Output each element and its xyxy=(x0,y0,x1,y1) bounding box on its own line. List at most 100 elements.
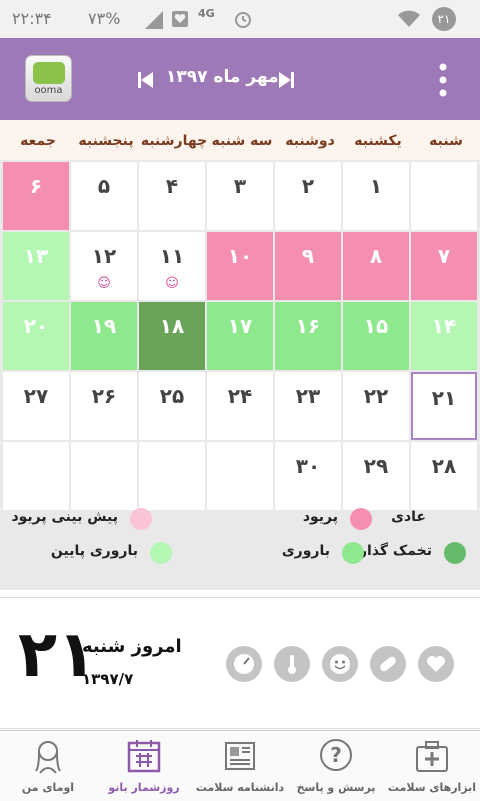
day-cell[interactable]: ۱ xyxy=(343,162,409,230)
skip-previous-icon[interactable] xyxy=(138,72,154,88)
day-number: ۳ xyxy=(233,174,247,198)
day-number: ۵ xyxy=(97,174,111,198)
nav-item-newspaper[interactable]: دانشنامه سلامت xyxy=(192,731,288,801)
day-cell[interactable]: ۱۳ xyxy=(3,232,69,300)
legend-swatch xyxy=(130,508,152,530)
legend-swatch xyxy=(342,542,364,564)
day-cell[interactable]: ۲۰ xyxy=(3,302,69,370)
day-cell[interactable]: ۵ xyxy=(71,162,137,230)
legend-label: باروری پایین xyxy=(50,543,138,559)
medical-kit-icon xyxy=(414,737,450,775)
legend-item: پریود xyxy=(242,505,372,533)
day-number: ۱۳ xyxy=(23,244,49,268)
day-number: ۱۹ xyxy=(91,314,117,338)
legend: عادی پریود پیش بینی پریود تخمک گذاری باروری ب… xyxy=(0,497,480,585)
day-number: ۷ xyxy=(437,244,451,268)
day-cell[interactable]: ۷ xyxy=(411,232,477,300)
day-cell[interactable]: ۲۷ xyxy=(3,372,69,440)
day-number: ۲۶ xyxy=(91,384,117,408)
day-cell[interactable]: ۸ xyxy=(343,232,409,300)
day-cell[interactable]: ۱۵ xyxy=(343,302,409,370)
nav-label: اومای من xyxy=(21,781,75,794)
weekday-header-row: شنبه یکشنبه دوشنبه سه شنبه چهارشنبه پنجشنبه جم… xyxy=(0,120,480,160)
pill-icon[interactable] xyxy=(370,646,406,682)
newspaper-icon xyxy=(222,737,258,775)
overflow-menu-icon[interactable] xyxy=(439,62,447,98)
day-cell[interactable]: ۱۷ xyxy=(207,302,273,370)
pill-icon-glyph xyxy=(380,656,396,672)
day-cell[interactable]: ۲۲ xyxy=(343,372,409,440)
app-bar: ooma مهر ماه ۱۳۹۷ xyxy=(0,38,480,120)
legend-swatch xyxy=(444,542,466,564)
nav-label: روزشمار بانو xyxy=(108,781,180,794)
day-number: ۲ xyxy=(301,174,315,198)
day-cell[interactable]: ۱۲ ☺ xyxy=(71,232,137,300)
weekday-header: جمعه xyxy=(20,133,56,149)
day-number: ۳۰ xyxy=(295,454,321,478)
weekday-header: شنبه xyxy=(429,133,463,149)
mood-smile-icon: ☺ xyxy=(165,276,179,291)
signal-icon xyxy=(145,11,163,29)
weekday-header: یکشنبه xyxy=(354,133,402,149)
day-number: ۲۷ xyxy=(23,384,49,408)
day-cell[interactable]: ۲۳ xyxy=(275,372,341,440)
day-cell[interactable]: ۲ xyxy=(275,162,341,230)
day-cell[interactable]: ۱۹ xyxy=(71,302,137,370)
day-cell[interactable]: ۱۱ ☺ xyxy=(139,232,205,300)
day-cell[interactable]: ۲۵ xyxy=(139,372,205,440)
heart-icon[interactable] xyxy=(418,646,454,682)
day-number: ۲۱ xyxy=(431,386,457,410)
legend-label: باروری xyxy=(281,543,330,559)
status-bar: ۲۲:۳۴ ۷۳% 4G ۲۱ xyxy=(0,0,480,38)
thermometer-icon-glyph xyxy=(288,655,296,674)
day-cell-empty xyxy=(411,162,477,230)
day-cell[interactable]: ۲۱ xyxy=(411,372,477,440)
day-number: ۱۸ xyxy=(159,314,185,338)
day-number: ۲۰ xyxy=(23,314,49,338)
weekday-header: چهارشنبه xyxy=(140,133,208,149)
nav-label: پرسش و پاسخ xyxy=(296,781,376,794)
question-icon: ? xyxy=(318,737,354,775)
day-number: ۱۷ xyxy=(227,314,253,338)
scale-icon[interactable] xyxy=(226,646,262,682)
day-number: ۱۰ xyxy=(227,244,253,268)
day-number: ۲۸ xyxy=(431,454,457,478)
mood-face-icon[interactable] xyxy=(322,646,358,682)
today-date: ۱۳۹۷/۷ xyxy=(82,670,134,688)
calendar-icon xyxy=(126,737,162,775)
day-cell[interactable]: ۶ xyxy=(3,162,69,230)
day-number: ۲۳ xyxy=(295,384,321,408)
nav-item-medical-kit[interactable]: ابزارهای سلامت xyxy=(384,731,480,801)
day-number: ۲۲ xyxy=(363,384,389,408)
thermometer-icon[interactable] xyxy=(274,646,310,682)
battery-level: ۷۳% xyxy=(88,9,121,28)
leaf-logo-icon xyxy=(33,62,65,84)
day-cell[interactable]: ۲۴ xyxy=(207,372,273,440)
day-number: ۴ xyxy=(165,174,179,198)
day-cell[interactable]: ۱۴ xyxy=(411,302,477,370)
nav-item-calendar[interactable]: روزشمار بانو xyxy=(96,731,192,801)
mood-face-icon-glyph xyxy=(330,654,350,674)
legend-label: پریود xyxy=(302,509,338,525)
day-cell[interactable]: ۲۶ xyxy=(71,372,137,440)
day-number: ۱۶ xyxy=(295,314,321,338)
ooma-logo[interactable]: ooma xyxy=(25,55,72,102)
day-cell[interactable]: ۳ xyxy=(207,162,273,230)
weekday-header: سه شنبه xyxy=(211,133,273,149)
nav-item-question[interactable]: ? پرسش و پاسخ xyxy=(288,731,384,801)
legend-item: پیش بینی پریود xyxy=(11,505,152,533)
skip-next-icon[interactable] xyxy=(278,72,294,88)
day-cell[interactable]: ۹ xyxy=(275,232,341,300)
day-cell[interactable]: ۴ xyxy=(139,162,205,230)
day-cell[interactable]: ۱۶ xyxy=(275,302,341,370)
day-cell[interactable]: ۱۰ xyxy=(207,232,273,300)
day-cell[interactable]: ۱۸ xyxy=(139,302,205,370)
legend-label: پیش بینی پریود xyxy=(11,509,118,525)
heart-notification-icon xyxy=(172,11,188,27)
day-number: ۲۹ xyxy=(363,454,389,478)
logo-text: ooma xyxy=(34,85,63,96)
notification-badge: ۲۱ xyxy=(432,7,456,31)
nav-label: ابزارهای سلامت xyxy=(387,781,477,794)
legend-swatch xyxy=(150,542,172,564)
nav-item-woman-profile[interactable]: اومای من xyxy=(0,731,96,801)
